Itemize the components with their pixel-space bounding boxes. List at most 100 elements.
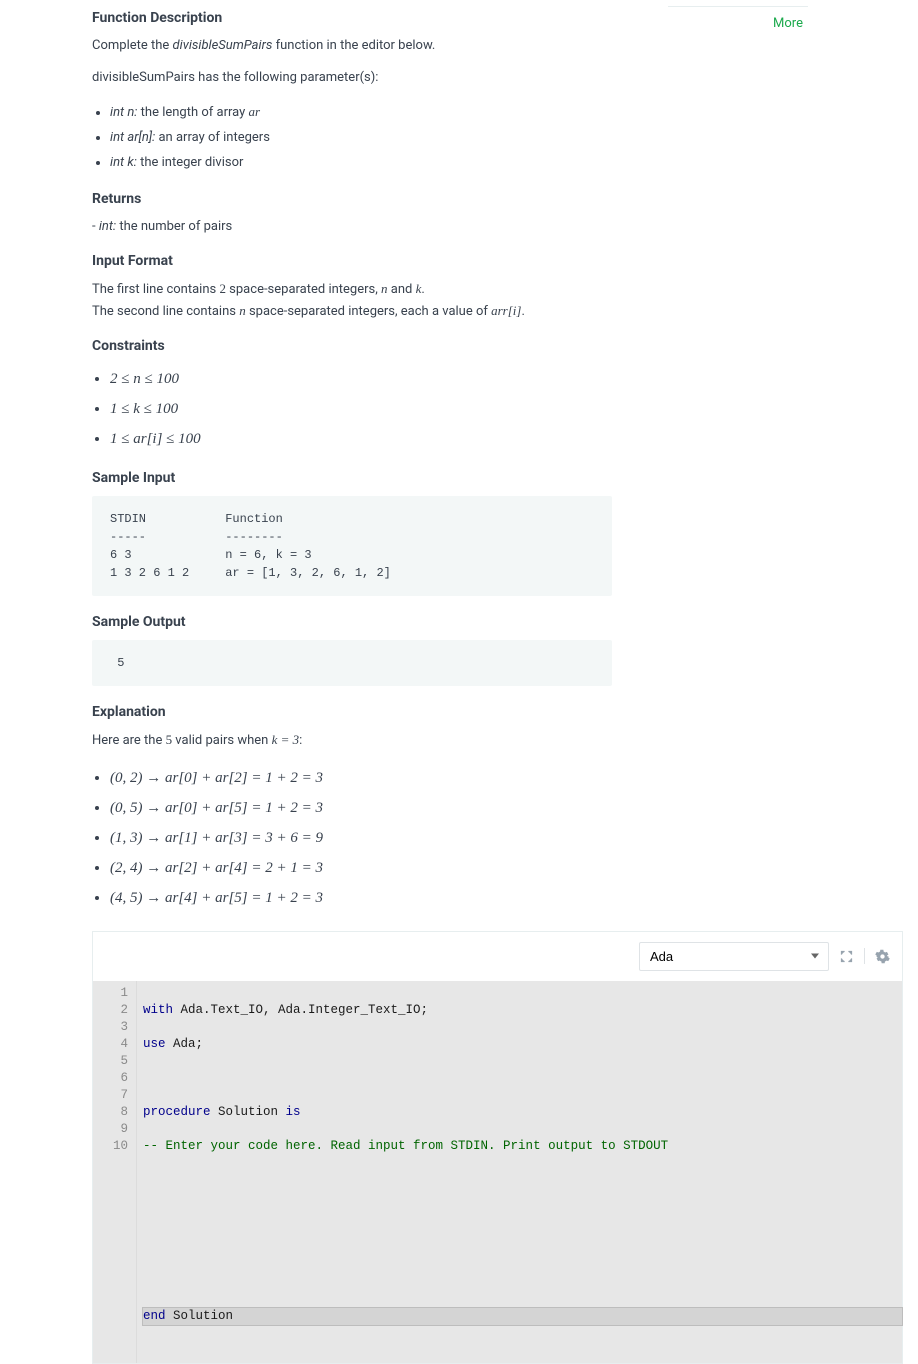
code-kw: is [286, 1105, 301, 1119]
explain-math: (0, 2) → ar[0] + ar[2] = 1 + 2 = 3 [110, 770, 323, 786]
heading-returns: Returns [92, 191, 818, 207]
heading-input-format: Input Format [92, 253, 818, 269]
param-sig: int n: [110, 105, 137, 120]
code-area[interactable]: 1 2 3 4 5 6 7 8 9 10 with Ada.Text_IO, A… [93, 981, 902, 1363]
code-editor: Ada 1 2 3 [92, 931, 903, 1364]
code-kw: procedure [143, 1105, 211, 1119]
math: k = 3 [272, 732, 300, 747]
code-kw: use [143, 1037, 166, 1051]
heading-sample-output: Sample Output [92, 614, 818, 630]
constraint-math: 2 ≤ n ≤ 100 [110, 371, 179, 387]
code-line [143, 1274, 902, 1291]
editor-toolbar: Ada [93, 932, 902, 981]
line-number: 2 [93, 1002, 128, 1019]
explain-math: (2, 4) → ar[2] + ar[4] = 2 + 1 = 3 [110, 860, 323, 876]
code-line: procedure Solution is [143, 1104, 902, 1121]
input-format-text: The first line contains 2 space-separate… [92, 279, 818, 321]
list-item: (2, 4) → ar[2] + ar[4] = 2 + 1 = 3 [110, 853, 818, 883]
more-link[interactable]: More [773, 16, 803, 31]
code-line: with Ada.Text_IO, Ada.Integer_Text_IO; [143, 1002, 902, 1019]
return-sig: int: [99, 219, 116, 234]
param-desc: the integer divisor [137, 155, 244, 170]
line-number: 7 [93, 1087, 128, 1104]
params-lead: divisibleSumPairs has the following para… [92, 68, 818, 88]
explanation-list: (0, 2) → ar[0] + ar[2] = 1 + 2 = 3 (0, 5… [92, 763, 818, 913]
list-item: (0, 5) → ar[0] + ar[5] = 1 + 2 = 3 [110, 793, 818, 823]
explain-math: (1, 3) → ar[1] + ar[3] = 3 + 6 = 9 [110, 830, 323, 846]
code-line [143, 1206, 902, 1223]
code-line: use Ada; [143, 1036, 902, 1053]
text: space-separated integers, [226, 282, 381, 297]
constraints-list: 2 ≤ n ≤ 100 1 ≤ k ≤ 100 1 ≤ ar[i] ≤ 100 [92, 364, 818, 454]
line-number: 1 [93, 985, 128, 1002]
param-math: ar [249, 104, 261, 119]
text: and [388, 282, 416, 297]
text: The first line contains [92, 282, 219, 297]
list-item: int k: the integer divisor [110, 151, 818, 176]
code-line: -- Enter your code here. Read input from… [143, 1138, 902, 1155]
constraint-math: 1 ≤ k ≤ 100 [110, 401, 178, 417]
heading-constraints: Constraints [92, 338, 818, 354]
text: Complete the [92, 38, 173, 53]
code-text: Solution [211, 1105, 286, 1119]
code-comment: -- Enter your code here. Read input from… [143, 1139, 668, 1153]
fullscreen-icon[interactable] [839, 949, 854, 964]
text: - [92, 219, 99, 234]
code-text: Ada.Text_IO, Ada.Integer_Text_IO; [173, 1003, 428, 1017]
sample-input-block: STDIN Function ----- -------- 6 3 n = 6,… [92, 496, 612, 596]
text: Here are the [92, 733, 166, 748]
explanation-intro: Here are the 5 valid pairs when k = 3: [92, 730, 818, 751]
code-text: Solution [166, 1309, 234, 1323]
toolbar-icons [839, 948, 890, 964]
line-number: 3 [93, 1019, 128, 1036]
line-number: 4 [93, 1036, 128, 1053]
function-name: divisibleSumPairs [173, 38, 273, 53]
math: arr[i] [491, 303, 521, 318]
func-desc-text: Complete the divisibleSumPairs function … [92, 36, 818, 56]
code-kw: end [143, 1309, 166, 1323]
code-line: end Solution [143, 1308, 902, 1325]
explain-math: (0, 5) → ar[0] + ar[5] = 1 + 2 = 3 [110, 800, 323, 816]
code-line [143, 1172, 902, 1189]
list-item: int n: the length of array ar [110, 100, 818, 126]
code-content[interactable]: with Ada.Text_IO, Ada.Integer_Text_IO; u… [137, 981, 902, 1363]
gear-icon[interactable] [875, 949, 890, 964]
code-text: Ada; [166, 1037, 204, 1051]
param-desc: the length of array [137, 105, 248, 120]
text: space-separated integers, each a value o… [246, 304, 491, 319]
line-number: 10 [93, 1138, 128, 1155]
sample-output-block: 5 [92, 640, 612, 686]
code-kw: with [143, 1003, 173, 1017]
param-sig: int k: [110, 155, 137, 170]
text: The second line contains [92, 304, 239, 319]
code-line [143, 1070, 902, 1087]
text: : [299, 733, 302, 748]
list-item: (1, 3) → ar[1] + ar[3] = 3 + 6 = 9 [110, 823, 818, 853]
line-number: 8 [93, 1104, 128, 1121]
line-number: 5 [93, 1053, 128, 1070]
param-sig: int ar[n]: [110, 130, 155, 145]
constraint-math: 1 ≤ ar[i] ≤ 100 [110, 431, 201, 447]
text: function in the editor below. [272, 38, 435, 53]
text: . [421, 282, 424, 297]
list-item: int ar[n]: an array of integers [110, 126, 818, 151]
divider [864, 948, 865, 964]
list-item: 1 ≤ ar[i] ≤ 100 [110, 424, 818, 454]
heading-sample-input: Sample Input [92, 470, 818, 486]
line-number: 6 [93, 1070, 128, 1087]
param-desc: an array of integers [155, 130, 270, 145]
text: . [521, 304, 524, 319]
heading-function-description: Function Description [92, 10, 818, 26]
params-list: int n: the length of array ar int ar[n]:… [92, 100, 818, 175]
list-item: (0, 2) → ar[0] + ar[2] = 1 + 2 = 3 [110, 763, 818, 793]
list-item: 2 ≤ n ≤ 100 [110, 364, 818, 394]
heading-explanation: Explanation [92, 704, 818, 720]
line-number: 9 [93, 1121, 128, 1138]
line-gutter: 1 2 3 4 5 6 7 8 9 10 [93, 981, 137, 1363]
list-item: 1 ≤ k ≤ 100 [110, 394, 818, 424]
text: valid pairs when [172, 733, 271, 748]
language-select[interactable]: Ada [639, 942, 829, 971]
code-line [143, 1240, 902, 1257]
return-desc: the number of pairs [116, 219, 232, 234]
returns-text: - int: the number of pairs [92, 217, 818, 237]
